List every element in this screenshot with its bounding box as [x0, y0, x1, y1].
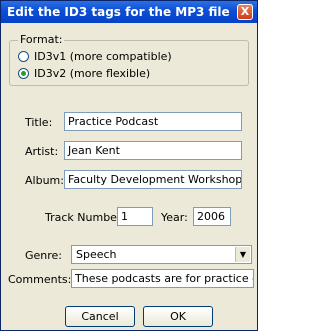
format-groupbox: Format: ID3v1 (more compatible) ID3v2 (m…	[9, 33, 249, 86]
comments-field[interactable]: These podcasts are for practice only.	[71, 269, 254, 288]
ok-button[interactable]: OK	[143, 306, 213, 327]
comments-label: Comments:	[8, 273, 72, 286]
close-icon: X	[240, 5, 250, 18]
radio-id3v2[interactable]: ID3v2 (more flexible)	[18, 67, 150, 80]
year-field[interactable]: 2006	[193, 207, 231, 226]
radio-id3v1-indicator[interactable]	[18, 51, 29, 62]
comments-text: These podcasts are for practice only.	[75, 272, 253, 285]
year-label: Year:	[161, 211, 188, 224]
album-label: Album:	[25, 174, 64, 187]
track-number-label: Track Number:	[45, 211, 125, 224]
id3-dialog: Edit the ID3 tags for the MP3 file X For…	[0, 0, 258, 331]
track-number-field[interactable]: 1	[117, 207, 153, 226]
genre-value: Speech	[76, 248, 117, 261]
close-button[interactable]: X	[237, 4, 253, 20]
format-label: Format:	[18, 33, 65, 46]
genre-dropdown[interactable]: Speech ▼	[71, 245, 252, 264]
title-field[interactable]: Practice Podcast	[64, 112, 242, 131]
radio-id3v2-indicator[interactable]	[18, 68, 29, 79]
artist-field[interactable]: Jean Kent	[64, 141, 242, 160]
radio-id3v1[interactable]: ID3v1 (more compatible)	[18, 50, 172, 63]
dialog-title: Edit the ID3 tags for the MP3 file	[7, 5, 230, 19]
title-label: Title:	[25, 116, 53, 129]
radio-id3v2-label: ID3v2 (more flexible)	[34, 67, 151, 80]
title-bar: Edit the ID3 tags for the MP3 file X	[1, 1, 257, 23]
genre-label: Genre:	[25, 249, 63, 262]
album-field[interactable]: Faculty Development Workshops	[64, 170, 242, 189]
cancel-button[interactable]: Cancel	[65, 306, 135, 327]
artist-label: Artist:	[25, 145, 59, 158]
radio-id3v1-label: ID3v1 (more compatible)	[34, 50, 172, 63]
chevron-down-icon[interactable]: ▼	[235, 247, 250, 262]
